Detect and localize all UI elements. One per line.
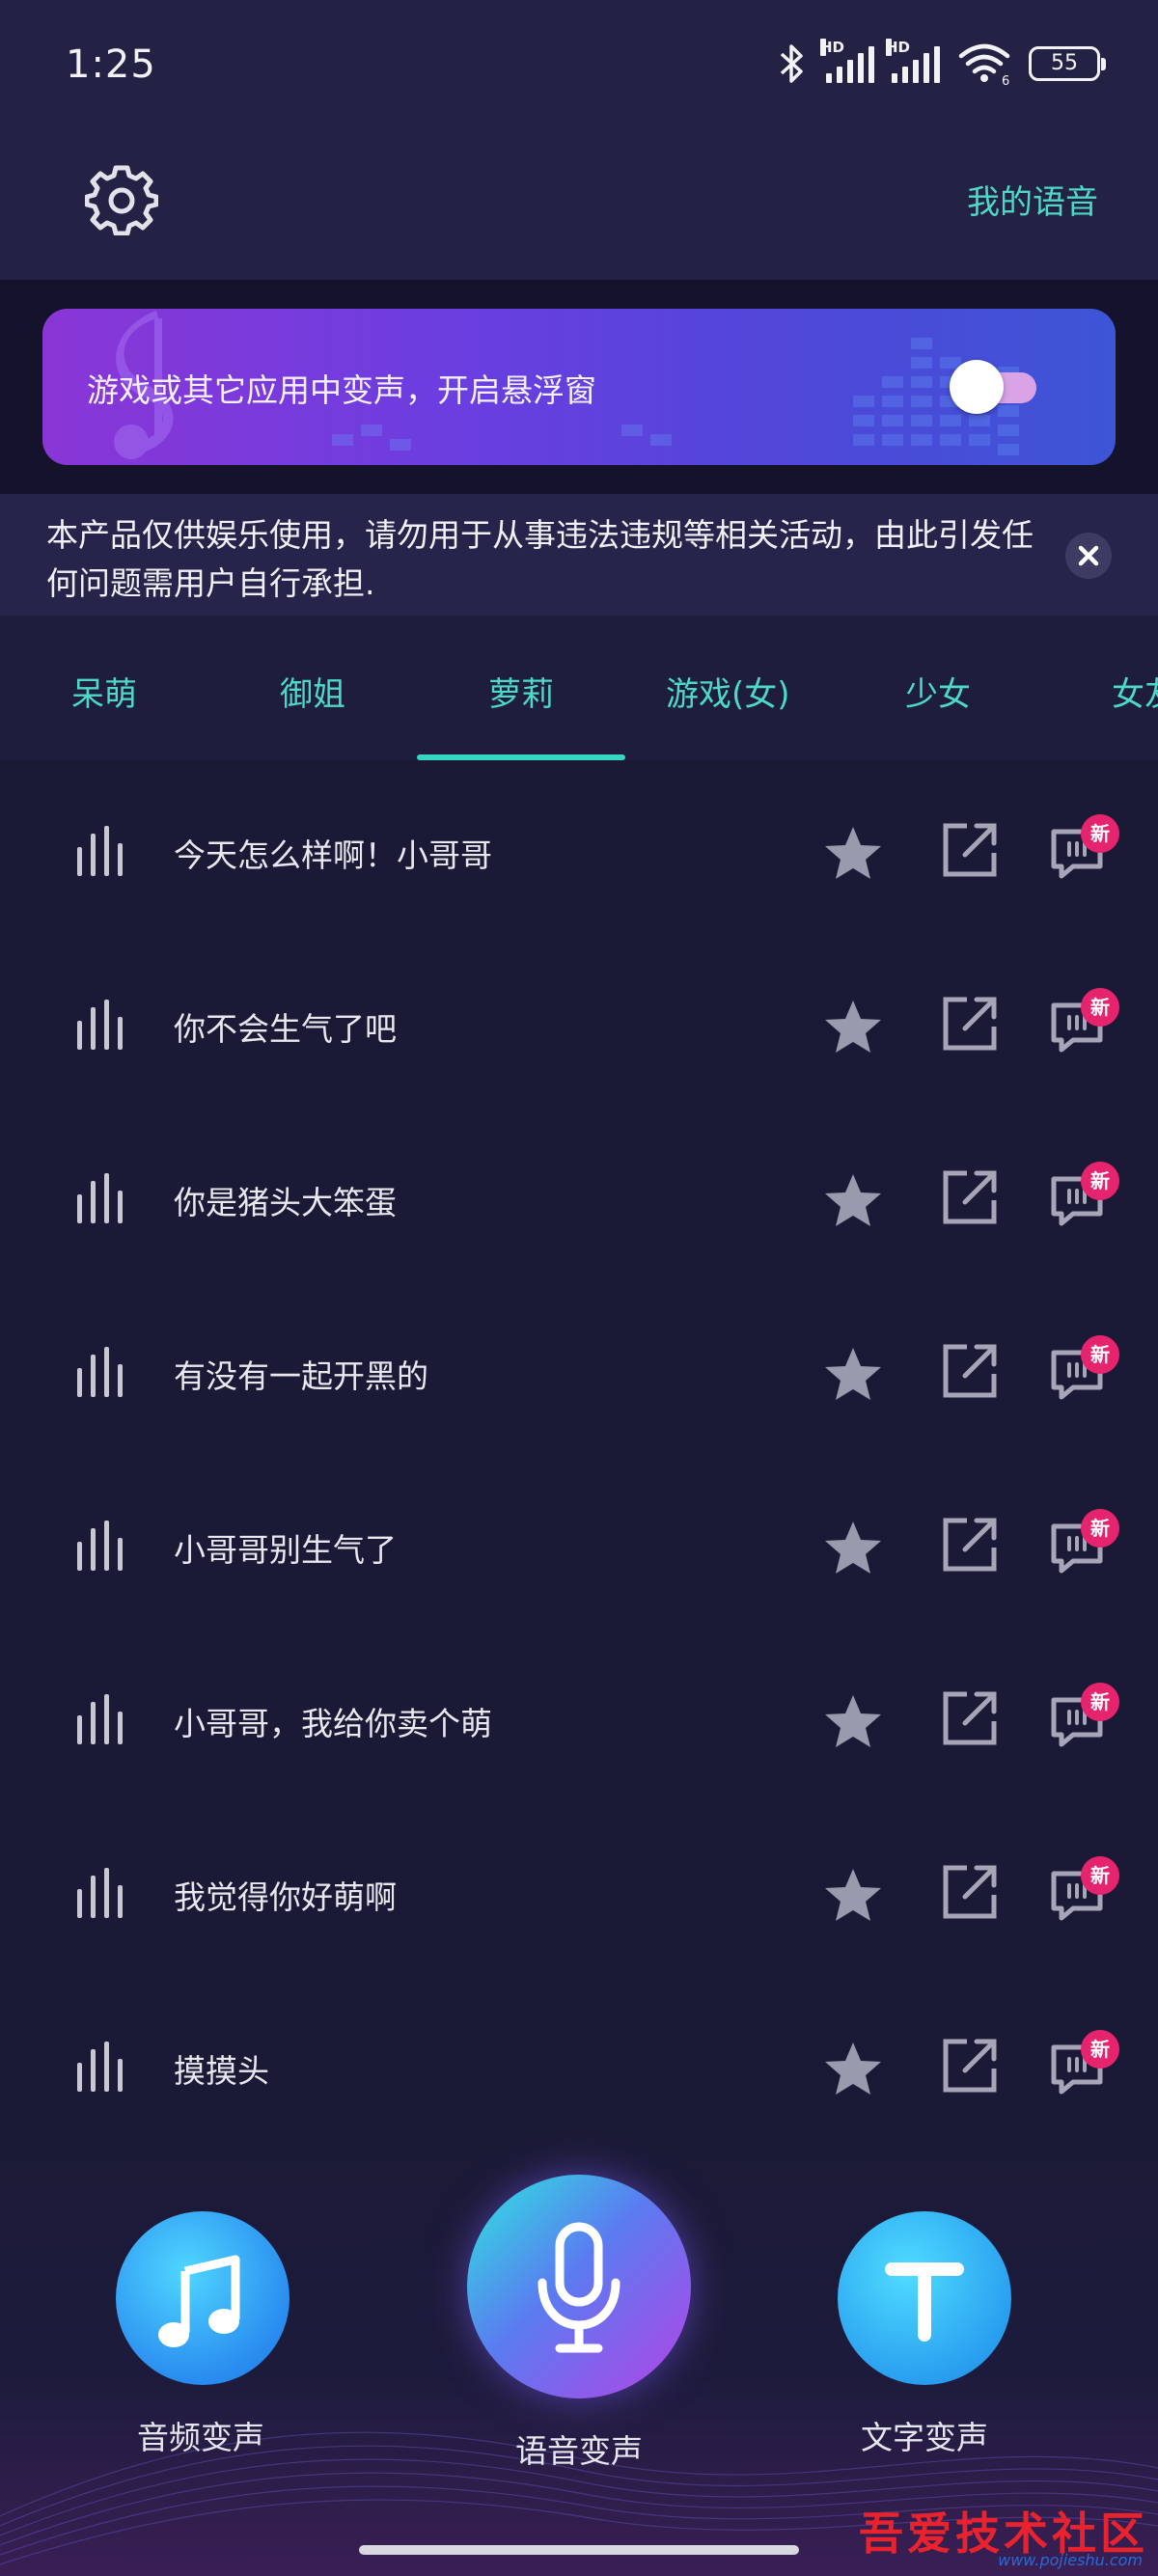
share-external-icon[interactable] (940, 1515, 1000, 1575)
voice-list-item[interactable]: 小哥哥，我给你卖个萌 新 (0, 1629, 1158, 1802)
floating-window-toggle[interactable] (946, 360, 1040, 414)
watermark: 吾爱技术社区 www.pojieshu.com (859, 2499, 1148, 2576)
tab-yujie[interactable]: 御姐 (280, 668, 345, 715)
star-icon[interactable] (822, 1519, 884, 1576)
status-bar: 1:25 HD HD 6 55 (0, 0, 1158, 135)
equalizer-icon (77, 2042, 123, 2092)
voice-list-item[interactable]: 我觉得你好萌啊 新 (0, 1802, 1158, 1976)
cellular-signal-1-icon: HD (820, 39, 874, 83)
home-indicator[interactable] (359, 2545, 799, 2555)
category-tabs: 呆萌 御姐 萝莉 游戏(女) 少女 女友 (0, 616, 1158, 760)
new-badge: 新 (1081, 988, 1119, 1027)
new-badge: 新 (1081, 1162, 1119, 1200)
audio-voice-change-button[interactable] (116, 2211, 290, 2385)
text-voice-change-label: 文字变声 (861, 2419, 988, 2456)
tab-nvyou[interactable]: 女友 (1112, 668, 1158, 715)
share-external-icon[interactable] (940, 1688, 1000, 1748)
voice-title: 小哥哥别生气了 (174, 1531, 397, 1569)
wifi-sub-label: 6 (1002, 74, 1009, 85)
voice-title: 有没有一起开黑的 (174, 1357, 428, 1395)
share-external-icon[interactable] (940, 994, 1000, 1054)
star-icon[interactable] (822, 1345, 884, 1403)
app-screen: 1:25 HD HD 6 55 我的语音 游戏或其它应用中变声，开启悬浮窗 本产… (0, 0, 1158, 2576)
tab-shaonv[interactable]: 少女 (905, 668, 971, 715)
new-badge: 新 (1081, 2030, 1119, 2069)
star-icon[interactable] (822, 2040, 884, 2097)
voice-list-item[interactable]: 今天怎么样啊！小哥哥 新 (0, 760, 1158, 934)
star-icon[interactable] (822, 1866, 884, 1924)
equalizer-icon (77, 1694, 123, 1744)
star-icon[interactable] (822, 824, 884, 882)
voice-change-button[interactable] (467, 2175, 691, 2398)
voice-title: 你是猪头大笨蛋 (174, 1184, 397, 1221)
tab-luoli[interactable]: 萝莉 (488, 668, 554, 715)
voice-title: 小哥哥，我给你卖个萌 (174, 1705, 492, 1742)
microphone-icon (538, 2222, 620, 2353)
equalizer-icon (77, 1868, 123, 1918)
bluetooth-icon (780, 44, 803, 83)
new-badge: 新 (1081, 1509, 1119, 1548)
share-external-icon[interactable] (940, 820, 1000, 880)
voice-list-item[interactable]: 你是猪头大笨蛋 新 (0, 1108, 1158, 1281)
voice-change-label: 语音变声 (515, 2432, 643, 2470)
app-header: 我的语音 (0, 135, 1158, 280)
share-external-icon[interactable] (940, 2036, 1000, 2096)
text-voice-change-button[interactable] (838, 2211, 1011, 2385)
floating-window-banner[interactable]: 游戏或其它应用中变声，开启悬浮窗 (42, 309, 1116, 465)
equalizer-icon (77, 826, 123, 876)
voice-title: 今天怎么样啊！小哥哥 (174, 836, 492, 874)
voice-title: 你不会生气了吧 (174, 1010, 397, 1048)
close-icon[interactable] (1065, 533, 1112, 579)
my-voice-link[interactable]: 我的语音 (967, 176, 1098, 223)
equalizer-icon (77, 1347, 123, 1397)
new-badge: 新 (1081, 814, 1119, 853)
toggle-knob (950, 360, 1004, 414)
disclaimer-notice: 本产品仅供娱乐使用，请勿用于从事违法违规等相关活动，由此引发任何问题需用户自行承… (0, 494, 1158, 616)
share-external-icon[interactable] (940, 1167, 1000, 1227)
status-icons: HD HD 6 55 (776, 39, 1106, 85)
star-icon[interactable] (822, 1171, 884, 1229)
tab-game-female[interactable]: 游戏(女) (666, 668, 790, 715)
star-icon[interactable] (822, 1692, 884, 1750)
new-badge: 新 (1081, 1335, 1119, 1374)
voice-title: 摸摸头 (174, 2052, 269, 2090)
share-external-icon[interactable] (940, 1341, 1000, 1401)
watermark-url: www.pojieshu.com (998, 2551, 1143, 2569)
voice-list-item[interactable]: 摸摸头 新 (0, 1976, 1158, 2150)
voice-list: 今天怎么样啊！小哥哥新你不会生气了吧新你是猪头大笨蛋新有没有一起开黑的新小哥哥别… (0, 760, 1158, 2130)
battery-indicator: 55 (1029, 46, 1106, 81)
tab-daimeng[interactable]: 呆萌 (71, 668, 137, 715)
status-time: 1:25 (66, 42, 156, 87)
music-note-icon (158, 2255, 240, 2347)
gear-icon[interactable] (85, 162, 158, 235)
text-t-icon (885, 2262, 964, 2342)
new-badge: 新 (1081, 1856, 1119, 1895)
voice-list-item[interactable]: 有没有一起开黑的 新 (0, 1281, 1158, 1455)
equalizer-icon (77, 1000, 123, 1050)
wifi-icon: 6 (958, 43, 1009, 85)
voice-list-item[interactable]: 小哥哥别生气了 新 (0, 1455, 1158, 1629)
star-icon[interactable] (822, 998, 884, 1055)
cellular-signal-2-icon: HD (886, 39, 940, 83)
voice-title: 我觉得你好萌啊 (174, 1878, 397, 1916)
share-external-icon[interactable] (940, 1862, 1000, 1922)
equalizer-icon (77, 1521, 123, 1571)
new-badge: 新 (1081, 1683, 1119, 1721)
equalizer-icon (77, 1173, 123, 1223)
audio-voice-change-label: 音频变声 (137, 2419, 264, 2456)
voice-list-item[interactable]: 你不会生气了吧 新 (0, 934, 1158, 1108)
disclaimer-text: 本产品仅供娱乐使用，请勿用于从事违法违规等相关活动，由此引发任何问题需用户自行承… (46, 516, 1034, 602)
banner-text: 游戏或其它应用中变声，开启悬浮窗 (87, 371, 596, 409)
